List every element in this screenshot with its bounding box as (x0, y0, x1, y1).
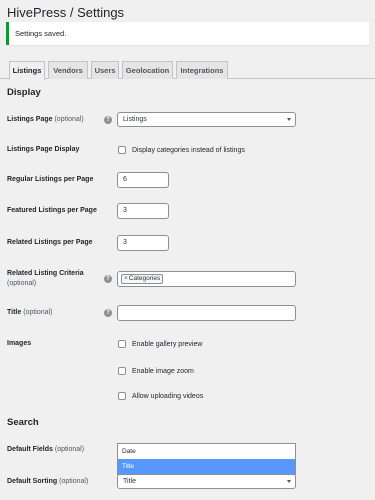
gallery-preview-label: Enable gallery preview (132, 340, 203, 348)
listings-page-label: Listings Page (optional) (7, 116, 84, 123)
help-icon[interactable]: ? (104, 275, 112, 283)
tab-vendors[interactable]: Vendors (48, 61, 88, 79)
regular-per-page-label: Regular Listings per Page (7, 176, 94, 183)
title-field-label: Title (optional) (7, 309, 53, 316)
listings-page-select[interactable]: Listings (117, 112, 296, 127)
gallery-preview-checkbox[interactable] (118, 340, 126, 348)
featured-per-page-label: Featured Listings per Page (7, 207, 97, 214)
uploading-videos-row[interactable]: Allow uploading videos (118, 392, 203, 400)
image-zoom-label: Enable image zoom (132, 367, 194, 375)
help-icon[interactable]: ? (104, 309, 112, 317)
title-field-input[interactable] (117, 305, 296, 321)
section-title-search: Search (7, 417, 39, 428)
tab-listings[interactable]: Listings (9, 61, 45, 80)
uploading-videos-checkbox[interactable] (118, 392, 126, 400)
regular-per-page-input[interactable]: 6 (117, 172, 169, 188)
featured-per-page-input[interactable]: 3 (117, 203, 169, 219)
images-label: Images (7, 340, 32, 347)
gallery-preview-row[interactable]: Enable gallery preview (118, 340, 202, 348)
image-zoom-row[interactable]: Enable image zoom (118, 367, 194, 375)
display-categories-checkbox-row[interactable]: Display categories instead of listings (118, 146, 245, 154)
default-sorting-select[interactable]: Title (117, 474, 296, 489)
display-categories-checkbox[interactable] (118, 146, 126, 154)
image-zoom-checkbox[interactable] (118, 367, 126, 375)
related-per-page-input[interactable]: 3 (117, 235, 169, 251)
tab-users[interactable]: Users (91, 61, 119, 79)
notice-text: Settings saved. (15, 29, 67, 38)
default-fields-label: Default Fields (optional) (7, 446, 85, 453)
listings-page-display-label: Listings Page Display (7, 146, 80, 153)
default-fields-dropdown[interactable]: Date Title (117, 443, 296, 475)
chevron-down-icon (287, 480, 291, 483)
settings-saved-notice: Settings saved. (6, 22, 369, 45)
dropdown-option-date[interactable]: Date (118, 444, 295, 459)
tab-integrations[interactable]: Integrations (176, 61, 228, 79)
chevron-down-icon (287, 118, 291, 121)
related-per-page-label: Related Listings per Page (7, 239, 93, 246)
help-icon[interactable]: ? (104, 116, 112, 124)
tab-geolocation[interactable]: Geolocation (122, 61, 173, 79)
default-sorting-label: Default Sorting (optional) (7, 478, 89, 485)
related-criteria-label: Related Listing Criteria (optional) (7, 270, 84, 287)
related-criteria-multiselect[interactable]: ×Categories (117, 271, 296, 287)
categories-chip[interactable]: ×Categories (121, 274, 164, 284)
section-title-display: Display (7, 87, 41, 98)
dropdown-option-title[interactable]: Title (118, 459, 295, 474)
uploading-videos-label: Allow uploading videos (132, 392, 204, 400)
display-categories-label: Display categories instead of listings (132, 146, 245, 154)
settings-tabs: Listings Vendors Users Geolocation Integ… (0, 61, 375, 80)
page-title: HivePress / Settings (7, 5, 125, 20)
chip-remove-icon[interactable]: × (124, 275, 128, 282)
